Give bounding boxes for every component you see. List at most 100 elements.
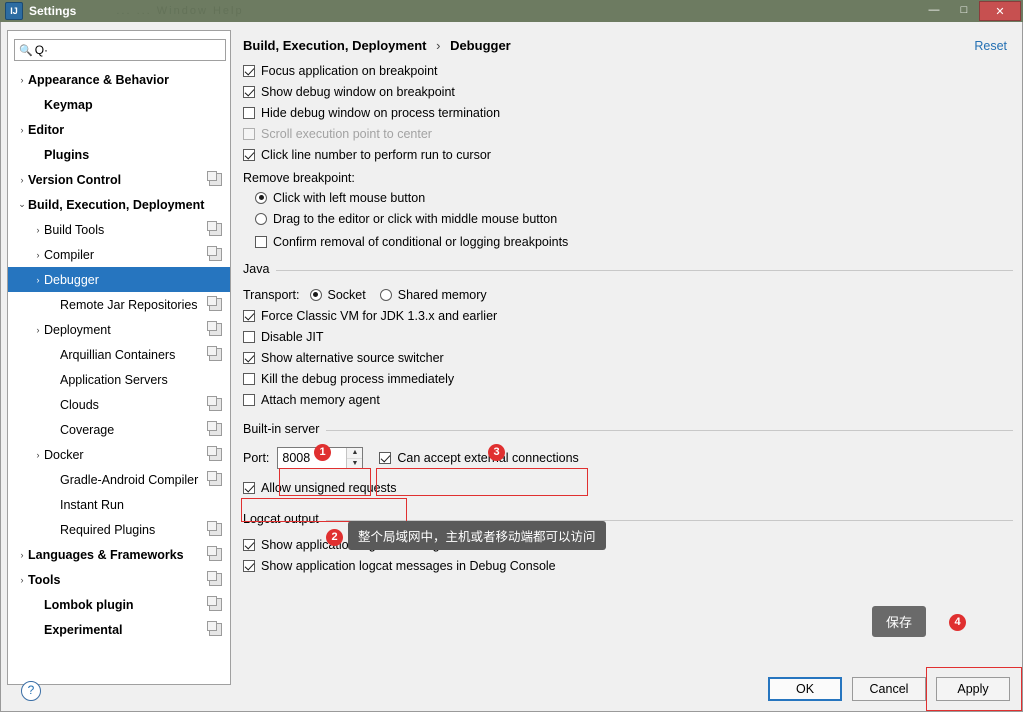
sidebar-item-instant-run[interactable]: Instant Run bbox=[8, 492, 230, 517]
copy-settings-icon[interactable] bbox=[207, 471, 222, 486]
close-icon[interactable]: ✕ bbox=[979, 1, 1021, 21]
remove-breakpoint-option-row[interactable]: Click with left mouse button bbox=[255, 187, 1013, 208]
copy-settings-icon[interactable] bbox=[207, 221, 222, 236]
java-option-row[interactable]: Attach memory agent bbox=[243, 389, 1013, 410]
copy-settings-icon[interactable] bbox=[207, 296, 222, 311]
sidebar-item-clouds[interactable]: Clouds bbox=[8, 392, 230, 417]
sidebar-item-appearance-behavior[interactable]: › Appearance & Behavior bbox=[8, 67, 230, 92]
java-option-checkbox[interactable] bbox=[243, 372, 255, 385]
copy-settings-icon[interactable] bbox=[207, 571, 222, 586]
logcat-option-checkbox[interactable] bbox=[243, 538, 255, 551]
ok-button[interactable]: OK bbox=[768, 677, 842, 701]
chevron-right-icon[interactable]: › bbox=[32, 225, 44, 235]
apply-button[interactable]: Apply bbox=[936, 677, 1010, 701]
transport-shared-memory-radio[interactable] bbox=[379, 288, 392, 301]
java-option-row[interactable]: Show alternative source switcher bbox=[243, 347, 1013, 368]
general-option-checkbox[interactable] bbox=[243, 106, 255, 119]
java-option-checkbox[interactable] bbox=[243, 351, 255, 364]
chevron-right-icon[interactable]: › bbox=[32, 250, 44, 260]
accept-external-checkbox[interactable] bbox=[379, 452, 392, 464]
sidebar-item-lombok-plugin[interactable]: Lombok plugin bbox=[8, 592, 230, 617]
chevron-right-icon[interactable]: › bbox=[32, 325, 44, 335]
allow-unsigned-row[interactable]: Allow unsigned requests bbox=[243, 477, 1013, 498]
search-box[interactable]: 🔍 bbox=[14, 39, 226, 61]
copy-settings-icon[interactable] bbox=[207, 596, 222, 611]
copy-settings-icon[interactable] bbox=[207, 346, 222, 361]
sidebar-item-tools[interactable]: › Tools bbox=[8, 567, 230, 592]
copy-settings-icon[interactable] bbox=[207, 621, 222, 636]
sidebar-item-required-plugins[interactable]: Required Plugins bbox=[8, 517, 230, 542]
sidebar-item-build-tools[interactable]: › Build Tools bbox=[8, 217, 230, 242]
sidebar-item-plugins[interactable]: Plugins bbox=[8, 142, 230, 167]
confirm-removal-checkbox[interactable] bbox=[255, 235, 267, 248]
java-option-row[interactable]: Kill the debug process immediately bbox=[243, 368, 1013, 389]
java-option-checkbox[interactable] bbox=[243, 393, 255, 406]
sidebar-item-arquillian-containers[interactable]: Arquillian Containers bbox=[8, 342, 230, 367]
sidebar-item-build-execution-deployment[interactable]: ⌄ Build, Execution, Deployment bbox=[8, 192, 230, 217]
general-option-row[interactable]: Hide debug window on process termination bbox=[243, 102, 1013, 123]
transport-socket-radio[interactable] bbox=[309, 288, 322, 301]
chevron-right-icon[interactable]: › bbox=[32, 450, 44, 460]
accept-external-row[interactable]: Can accept external connections bbox=[379, 451, 579, 465]
port-spinner-buttons[interactable]: ▲ ▼ bbox=[346, 448, 363, 468]
general-option-label: Show debug window on breakpoint bbox=[261, 84, 455, 99]
remove-breakpoint-radio[interactable] bbox=[255, 212, 267, 225]
chevron-right-icon[interactable]: › bbox=[16, 550, 28, 560]
sidebar-item-gradle-android-compiler[interactable]: Gradle-Android Compiler bbox=[8, 467, 230, 492]
general-option-checkbox[interactable] bbox=[243, 148, 255, 161]
search-input[interactable] bbox=[32, 40, 225, 60]
maximize-icon[interactable]: □ bbox=[949, 0, 979, 20]
sidebar-item-experimental[interactable]: Experimental bbox=[8, 617, 230, 642]
breadcrumb-parent[interactable]: Build, Execution, Deployment bbox=[243, 38, 426, 53]
copy-settings-icon[interactable] bbox=[207, 321, 222, 336]
copy-settings-icon[interactable] bbox=[207, 521, 222, 536]
confirm-removal-row[interactable]: Confirm removal of conditional or loggin… bbox=[255, 231, 1013, 252]
java-option-row[interactable]: Disable JIT bbox=[243, 326, 1013, 347]
reset-link[interactable]: Reset bbox=[974, 39, 1007, 53]
remove-breakpoint-option-row[interactable]: Drag to the editor or click with middle … bbox=[255, 208, 1013, 229]
sidebar-item-deployment[interactable]: › Deployment bbox=[8, 317, 230, 342]
copy-settings-icon[interactable] bbox=[207, 421, 222, 436]
java-option-checkbox[interactable] bbox=[243, 309, 255, 322]
general-option-row[interactable]: Click line number to perform run to curs… bbox=[243, 144, 1013, 165]
chevron-right-icon[interactable]: › bbox=[32, 275, 44, 285]
sidebar-item-compiler[interactable]: › Compiler bbox=[8, 242, 230, 267]
sidebar-item-keymap[interactable]: Keymap bbox=[8, 92, 230, 117]
remove-breakpoint-radio[interactable] bbox=[255, 191, 267, 204]
general-option-row[interactable]: Scroll execution point to center bbox=[243, 123, 1013, 144]
java-option-checkbox[interactable] bbox=[243, 330, 255, 343]
cancel-button[interactable]: Cancel bbox=[852, 677, 926, 701]
allow-unsigned-checkbox[interactable] bbox=[243, 481, 255, 494]
general-option-checkbox[interactable] bbox=[243, 85, 255, 98]
copy-settings-icon[interactable] bbox=[207, 446, 222, 461]
chevron-right-icon[interactable]: › bbox=[16, 75, 28, 85]
chevron-down-icon[interactable]: ⌄ bbox=[16, 199, 28, 210]
sidebar-item-version-control[interactable]: › Version Control bbox=[8, 167, 230, 192]
copy-settings-icon[interactable] bbox=[207, 246, 222, 261]
general-option-row[interactable]: Focus application on breakpoint bbox=[243, 60, 1013, 81]
sidebar-item-coverage[interactable]: Coverage bbox=[8, 417, 230, 442]
copy-settings-icon[interactable] bbox=[207, 171, 222, 186]
chevron-right-icon[interactable]: › bbox=[16, 125, 28, 135]
spinner-down-icon[interactable]: ▼ bbox=[347, 458, 363, 468]
help-icon[interactable]: ? bbox=[21, 681, 41, 701]
sidebar-item-application-servers[interactable]: Application Servers bbox=[8, 367, 230, 392]
java-option-row[interactable]: Force Classic VM for JDK 1.3.x and earli… bbox=[243, 305, 1013, 326]
chevron-right-icon[interactable]: › bbox=[16, 575, 28, 585]
logcat-option-row[interactable]: Show application logcat messages in Debu… bbox=[243, 555, 1013, 576]
port-input[interactable] bbox=[278, 448, 347, 468]
copy-settings-icon[interactable] bbox=[207, 396, 222, 411]
logcat-option-checkbox[interactable] bbox=[243, 559, 255, 572]
sidebar-item-editor[interactable]: › Editor bbox=[8, 117, 230, 142]
chevron-right-icon[interactable]: › bbox=[16, 175, 28, 185]
sidebar-item-docker[interactable]: › Docker bbox=[8, 442, 230, 467]
copy-settings-icon[interactable] bbox=[207, 546, 222, 561]
sidebar-item-debugger[interactable]: › Debugger bbox=[8, 267, 230, 292]
sidebar-item-remote-jar-repositories[interactable]: Remote Jar Repositories bbox=[8, 292, 230, 317]
sidebar-item-languages-frameworks[interactable]: › Languages & Frameworks bbox=[8, 542, 230, 567]
general-option-checkbox[interactable] bbox=[243, 64, 255, 77]
general-option-label: Click line number to perform run to curs… bbox=[261, 147, 491, 162]
minimize-icon[interactable]: — bbox=[919, 0, 949, 20]
spinner-up-icon[interactable]: ▲ bbox=[347, 448, 363, 459]
general-option-row[interactable]: Show debug window on breakpoint bbox=[243, 81, 1013, 102]
